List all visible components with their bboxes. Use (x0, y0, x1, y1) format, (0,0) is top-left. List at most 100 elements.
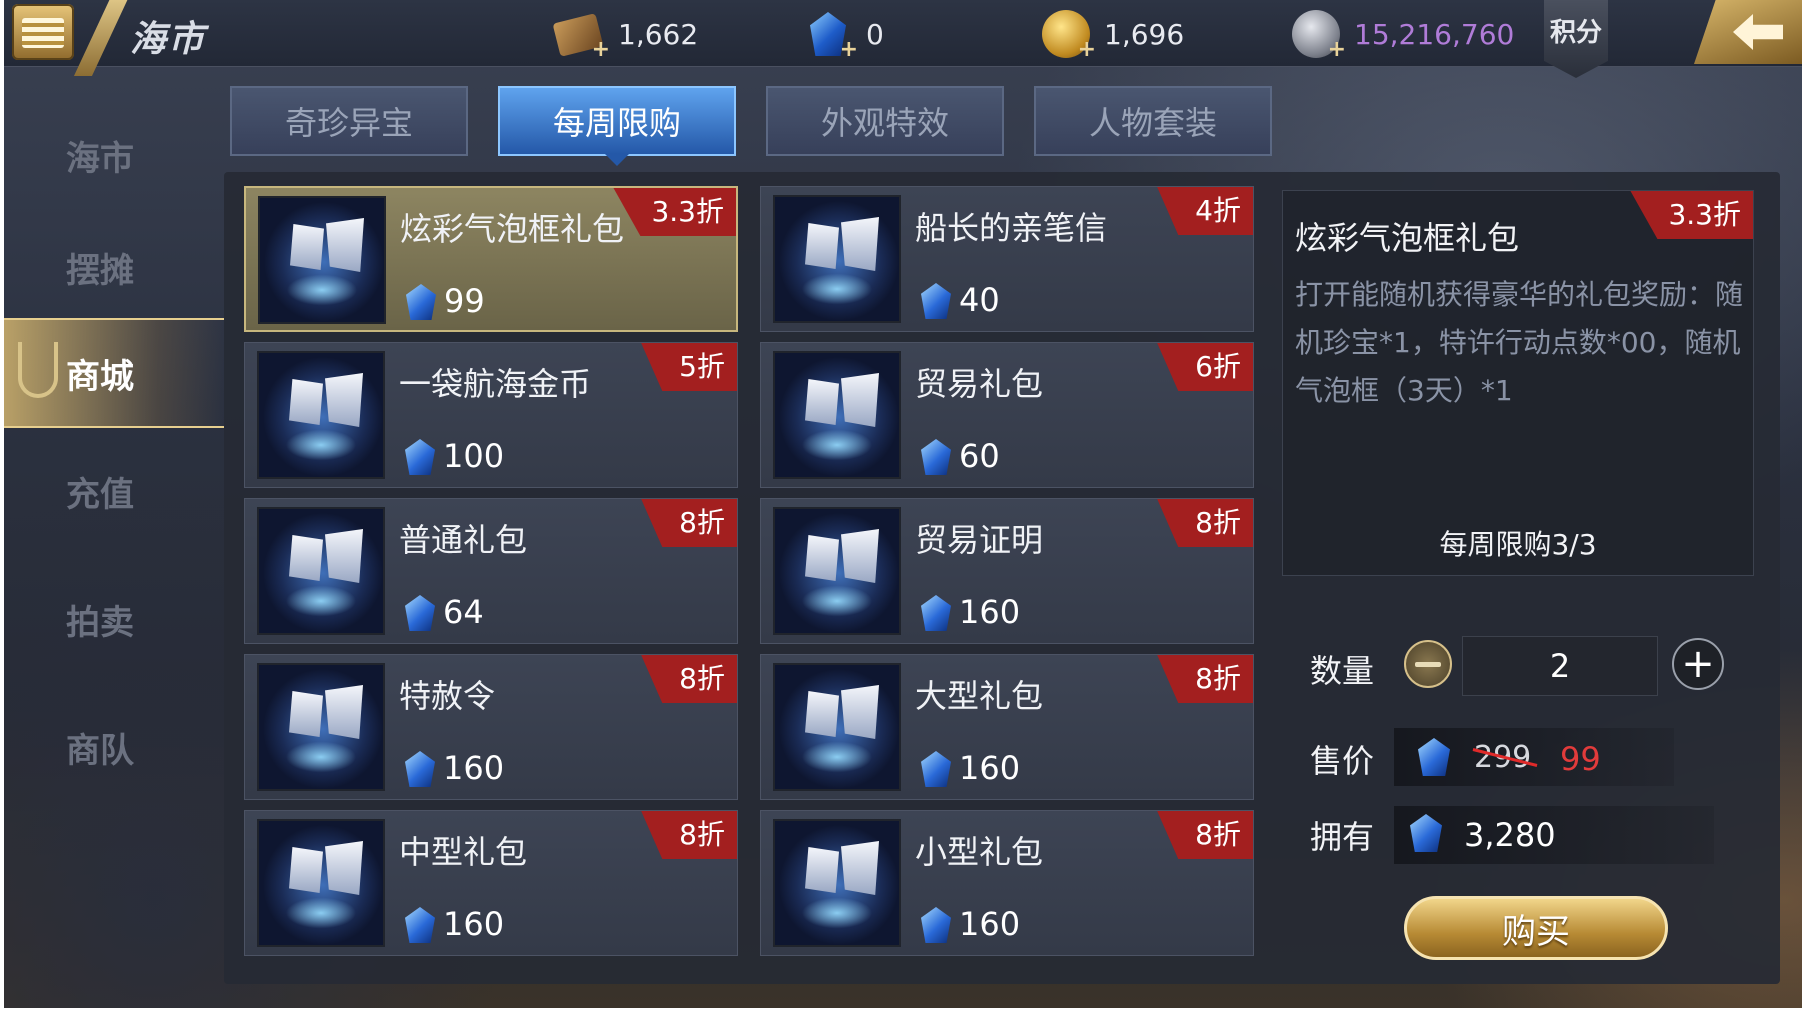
item-price: 160 (443, 749, 505, 787)
item-price: 160 (959, 905, 1021, 943)
ship-icon (773, 351, 901, 479)
item-name: 特赦令 (399, 677, 496, 715)
tab-label: 外观特效 (820, 104, 949, 142)
score-tab[interactable]: 积分 (1544, 0, 1608, 78)
discount-badge: 5折 (641, 343, 737, 391)
nav-item-label: 摆摊 (66, 250, 134, 291)
shop-screen: 海市 + 1,662 + 0 + 1,696 + 15,216,760 积分 海… (4, 0, 1802, 1008)
nav-item-label: 拍卖 (66, 602, 134, 643)
gem-icon (921, 907, 951, 943)
nav-item-recharge[interactable]: 充值 (4, 436, 224, 546)
score-label: 积分 (1549, 18, 1602, 48)
nav-item-label: 海市 (66, 138, 134, 179)
item-price: 60 (959, 437, 1000, 475)
resource-silver[interactable]: + 15,216,760 (1292, 6, 1514, 62)
item-card[interactable]: 大型礼包 160 8折 (760, 654, 1254, 800)
item-name: 船长的亲笔信 (915, 209, 1108, 247)
quantity-decrease-button[interactable] (1404, 640, 1452, 688)
item-price: 160 (959, 749, 1021, 787)
item-name: 普通礼包 (399, 521, 528, 559)
gold-coin-icon: + (1042, 10, 1096, 62)
gem-icon (921, 283, 951, 319)
nav-item-auction[interactable]: 拍卖 (4, 564, 224, 674)
tab-weekly-limited[interactable]: 每周限购 (498, 86, 736, 166)
detail-description: 打开能随机获得豪华的礼包奖励：随机珍宝*1，特许行动点数*00，随机气泡框（3天… (1295, 278, 1744, 407)
discount-badge: 8折 (641, 811, 737, 859)
item-name: 贸易礼包 (915, 365, 1044, 403)
discount-badge: 8折 (641, 655, 737, 703)
item-card[interactable]: 船长的亲笔信 40 4折 (760, 186, 1254, 332)
ship-icon (258, 196, 386, 324)
item-card[interactable]: 炫彩气泡框礼包 99 3.3折 (244, 186, 738, 332)
ship-icon (773, 195, 901, 323)
item-name: 炫彩气泡框礼包 (400, 210, 625, 248)
resource-gold[interactable]: + 1,696 (1042, 6, 1184, 62)
item-card[interactable]: 贸易证明 160 8折 (760, 498, 1254, 644)
quantity-input[interactable] (1462, 636, 1658, 696)
discount-badge: 8折 (641, 499, 737, 547)
discount-badge: 6折 (1157, 343, 1253, 391)
gem-icon (406, 284, 436, 320)
top-bar: 海市 + 1,662 + 0 + 1,696 + 15,216,760 积分 (4, 0, 1802, 78)
ship-icon (257, 351, 385, 479)
tab-character-outfits[interactable]: 人物套装 (1034, 86, 1272, 156)
gem-icon (921, 751, 951, 787)
ship-icon (773, 507, 901, 635)
tab-treasures[interactable]: 奇珍异宝 (230, 86, 468, 156)
nav-item-label: 商城 (66, 356, 134, 397)
detail-title: 炫彩气泡框礼包 (1295, 219, 1520, 257)
nav-item-shop[interactable]: 商城 (4, 318, 224, 428)
gem-icon (921, 439, 951, 475)
item-name: 小型礼包 (915, 833, 1044, 871)
plus-icon: + (1681, 641, 1715, 687)
tab-label: 人物套装 (1088, 104, 1217, 142)
detail-discount-badge: 3.3折 (1630, 191, 1753, 239)
resource-book[interactable]: + 1,662 (552, 6, 699, 62)
resource-silver-value: 15,216,760 (1354, 17, 1515, 51)
owned-gems: 3,280 (1464, 816, 1556, 854)
item-price: 160 (443, 905, 505, 943)
nav-item-label: 商队 (66, 730, 134, 771)
resource-gem[interactable]: + 0 (804, 6, 884, 62)
item-price: 64 (443, 593, 484, 631)
item-name: 大型礼包 (915, 677, 1044, 715)
item-card[interactable]: 小型礼包 160 8折 (760, 810, 1254, 956)
nav-item-stall[interactable]: 摆摊 (4, 212, 224, 322)
buy-button-label: 购买 (1502, 911, 1570, 952)
item-card[interactable]: 特赦令 160 8折 (244, 654, 738, 800)
item-card[interactable]: 贸易礼包 60 6折 (760, 342, 1254, 488)
back-button[interactable] (1694, 0, 1802, 64)
nav-item-market[interactable]: 海市 (4, 100, 224, 210)
buy-button[interactable]: 购买 (1404, 896, 1668, 960)
item-detail-panel: 炫彩气泡框礼包 3.3折 打开能随机获得豪华的礼包奖励：随机珍宝*1，特许行动点… (1282, 190, 1754, 576)
item-price: 40 (959, 281, 1000, 319)
title-divider (73, 0, 133, 76)
resource-gem-value: 0 (866, 17, 884, 51)
item-card[interactable]: 普通礼包 64 8折 (244, 498, 738, 644)
ship-icon (257, 507, 385, 635)
item-name: 中型礼包 (399, 833, 528, 871)
resource-gold-value: 1,696 (1104, 17, 1185, 51)
item-card[interactable]: 中型礼包 160 8折 (244, 810, 738, 956)
nav-item-label: 充值 (66, 474, 134, 515)
quantity-increase-button[interactable]: + (1672, 638, 1724, 690)
item-card[interactable]: 一袋航海金币 100 5折 (244, 342, 738, 488)
minus-icon (1415, 661, 1441, 667)
nav-item-caravan[interactable]: 商队 (4, 692, 224, 802)
discount-badge: 4折 (1157, 187, 1253, 235)
discount-badge: 8折 (1157, 811, 1253, 859)
menu-chest-icon[interactable] (12, 4, 74, 60)
resource-book-value: 1,662 (618, 17, 699, 51)
discount-badge: 8折 (1157, 499, 1253, 547)
discount-badge: 8折 (1157, 655, 1253, 703)
silver-medal-icon: + (1292, 10, 1346, 62)
page-title: 海市 (130, 18, 207, 60)
book-icon: + (552, 10, 610, 62)
gem-icon (405, 439, 435, 475)
sale-price: 99 (1560, 740, 1601, 778)
anchor-icon (18, 342, 58, 398)
tab-appearance-effects[interactable]: 外观特效 (766, 86, 1004, 156)
item-price: 100 (443, 437, 505, 475)
back-arrow-icon (1733, 14, 1783, 50)
tab-label: 奇珍异宝 (284, 104, 413, 142)
